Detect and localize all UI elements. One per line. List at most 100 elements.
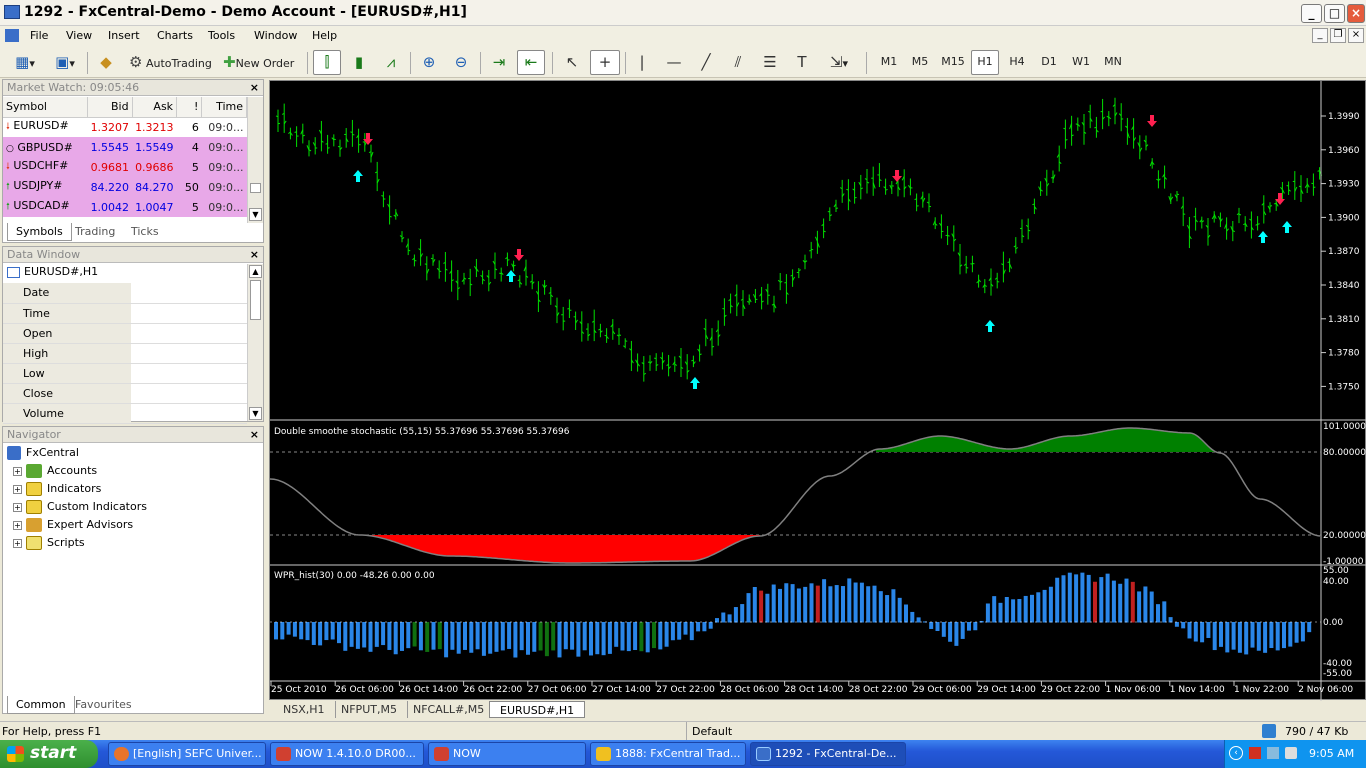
autotrading-button[interactable]: ⚙ AutoTrading <box>124 50 214 75</box>
menu-tools[interactable]: Tools <box>208 29 235 42</box>
menu-window[interactable]: Window <box>254 29 297 42</box>
new-chart-button[interactable]: ▦▾ <box>8 50 42 75</box>
price-bar <box>914 193 919 212</box>
cursor-icon[interactable]: ↖ <box>558 50 586 75</box>
chart-tab-eurusd[interactable]: EURUSD#,H1 <box>489 701 586 718</box>
text-icon[interactable]: T <box>788 50 816 75</box>
new-order-button[interactable]: ✚New Order <box>220 50 302 75</box>
nav-item-expert-advisors[interactable]: + Expert Advisors <box>13 518 133 532</box>
tf-w1-button[interactable]: W1 <box>1067 50 1095 75</box>
close-icon[interactable]: × <box>250 80 259 95</box>
tf-mn-button[interactable]: MN <box>1099 50 1127 75</box>
price-bar <box>994 272 1000 289</box>
price-bar <box>722 298 727 326</box>
profiles-button[interactable]: ▣▾ <box>48 50 82 75</box>
now-icon <box>276 747 291 761</box>
tf-h4-button[interactable]: H4 <box>1003 50 1031 75</box>
chart-window[interactable]: 1.3990 1.3960 1.3930 1.3900 1.3870 1.3840 1.38… <box>269 80 1366 701</box>
trendline-icon[interactable]: ╱ <box>692 50 720 75</box>
horizontal-line-icon[interactable]: — <box>660 50 688 75</box>
tab-trading[interactable]: Trading <box>67 223 123 241</box>
taskbar-item-firefox[interactable]: [English] SEFC Univer... <box>108 742 266 766</box>
tf-m1-button[interactable]: M1 <box>876 50 902 75</box>
nav-item-custom-indicators[interactable]: + Custom Indicators <box>13 500 147 514</box>
market-watch-scrollbar[interactable]: ▼ <box>247 97 263 223</box>
tab-favourites[interactable]: Favourites <box>67 696 140 714</box>
market-watch-row[interactable]: 🠕 USDJPY# 84.220 84.270 50 09:0... <box>3 177 247 197</box>
menu-view[interactable]: View <box>66 29 92 42</box>
start-button[interactable]: start <box>0 740 98 768</box>
autoscroll-icon[interactable]: ⇥ <box>485 50 513 75</box>
metaeditor-icon[interactable]: ◆ <box>92 50 120 75</box>
chart-tab-nsx[interactable]: NSX,H1 <box>273 701 336 718</box>
zoom-in-icon[interactable]: ⊕ <box>415 50 443 75</box>
menu-file[interactable]: File <box>30 29 48 42</box>
candlestick-button[interactable]: ▮ <box>345 50 373 75</box>
wpr-bar <box>400 622 404 651</box>
nav-item-scripts[interactable]: + Scripts <box>13 536 85 550</box>
mdi-restore-button[interactable]: ❐ <box>1330 28 1346 43</box>
data-window-scrollbar[interactable]: ▲ ▼ <box>247 264 263 421</box>
nav-item-accounts[interactable]: + Accounts <box>13 464 97 478</box>
col-time[interactable]: Time <box>201 97 247 118</box>
volume-icon[interactable] <box>1285 747 1297 759</box>
tray-expand-icon[interactable]: ‹ <box>1229 746 1243 760</box>
chart-tab-nfcall[interactable]: NFCALL#,M5 <box>403 701 496 718</box>
mdi-close-button[interactable]: × <box>1348 28 1364 43</box>
taskbar-item-now[interactable]: NOW <box>428 742 586 766</box>
tab-ticks[interactable]: Ticks <box>123 223 167 241</box>
up-arrow-icon: 🠕 <box>6 182 10 192</box>
fibonacci-icon[interactable]: ☰ <box>756 50 784 75</box>
navigator-root[interactable]: FxCentral <box>7 446 79 460</box>
arrows-icon[interactable]: ⇲▾ <box>820 50 858 75</box>
price-bar <box>938 214 944 239</box>
taskbar-item-fxcentral-1292[interactable]: 1292 - FxCentral-De... <box>750 742 906 766</box>
crosshair-icon[interactable]: + <box>590 50 620 75</box>
close-icon[interactable]: × <box>250 427 259 442</box>
tab-common[interactable]: Common <box>7 696 75 714</box>
tf-d1-button[interactable]: D1 <box>1035 50 1063 75</box>
col-bid[interactable]: Bid <box>87 97 133 118</box>
equidistant-channel-icon[interactable]: ⫽ <box>724 50 752 75</box>
tf-h1-button[interactable]: H1 <box>971 50 999 75</box>
bar-chart-button[interactable]: ⫿ <box>313 50 341 75</box>
minimize-button[interactable]: _ <box>1301 4 1322 23</box>
menu-charts[interactable]: Charts <box>157 29 193 42</box>
line-chart-button[interactable]: ⩘ <box>377 50 405 75</box>
tray-app-icon[interactable] <box>1249 747 1261 759</box>
nav-item-indicators[interactable]: + Indicators <box>13 482 101 496</box>
network-icon[interactable] <box>1267 747 1279 759</box>
tf-m15-button[interactable]: M15 <box>937 50 969 75</box>
taskbar-item-now-dr[interactable]: NOW 1.4.10.0 DR00... <box>270 742 424 766</box>
tf-m5-button[interactable]: M5 <box>906 50 934 75</box>
chart-tab-nfput[interactable]: NFPUT,M5 <box>331 701 408 718</box>
market-watch-row[interactable]: 🠗 EURUSD# 1.3207 1.3213 6 09:0... <box>3 117 247 137</box>
chart-canvas[interactable]: 1.3990 1.3960 1.3930 1.3900 1.3870 1.3840 1.38… <box>269 81 1366 701</box>
wpr-histogram <box>270 572 1321 658</box>
price-bar <box>499 267 504 282</box>
market-watch-row[interactable]: 🠗 USDCHF# 0.9681 0.9686 5 09:0... <box>3 157 247 177</box>
col-symbol[interactable]: Symbol <box>3 97 89 118</box>
zoom-out-icon[interactable]: ⊖ <box>447 50 475 75</box>
price-bar <box>622 338 628 349</box>
close-button[interactable]: × <box>1347 4 1365 23</box>
vertical-line-icon[interactable]: | <box>630 50 654 75</box>
chart-shift-icon[interactable]: ⇤ <box>517 50 545 75</box>
col-spread[interactable]: ! <box>176 97 203 118</box>
mdi-minimize-button[interactable]: _ <box>1312 28 1328 43</box>
maximize-button[interactable]: □ <box>1324 4 1345 23</box>
menu-help[interactable]: Help <box>312 29 337 42</box>
wpr-bar <box>910 611 915 623</box>
wpr-level-label: 0.00 <box>1323 618 1343 628</box>
taskbar-item-fxcentral-1888[interactable]: 1888: FxCentral Trad... <box>590 742 746 766</box>
tab-symbols[interactable]: Symbols <box>7 223 72 241</box>
price-bar <box>1174 190 1180 202</box>
col-ask[interactable]: Ask <box>132 97 178 118</box>
menu-insert[interactable]: Insert <box>108 29 140 42</box>
market-watch-row[interactable]: ○ GBPUSD# 1.5545 1.5549 4 09:0... <box>3 137 247 157</box>
close-icon[interactable]: × <box>250 247 259 262</box>
price-bar <box>344 128 349 148</box>
market-watch-row[interactable]: 🠕 USDCAD# 1.0042 1.0047 5 09:0... <box>3 197 247 217</box>
time: 09:0... <box>201 177 247 197</box>
wpr-bar <box>658 622 663 650</box>
